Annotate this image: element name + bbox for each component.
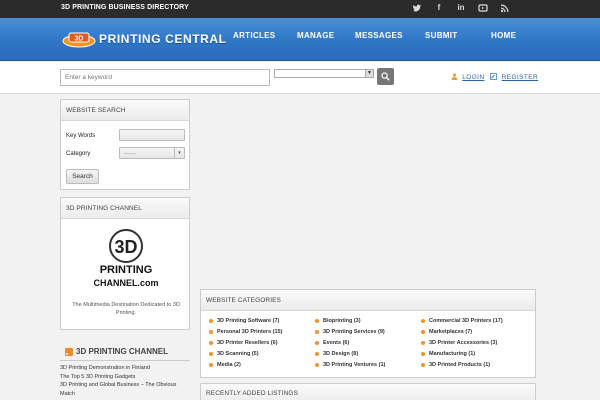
widget-title: WEBSITE SEARCH [61,100,189,121]
top-bar: 3D PRINTING BUSINESS DIRECTORY f in [0,0,600,18]
youtube-icon[interactable] [478,3,488,13]
category-link[interactable]: Media (2) [209,362,241,368]
svg-text:3D: 3D [114,237,137,257]
nav-submit[interactable]: SUBMIT [425,31,457,40]
channel-description: The Multimedia Destination Dedicated to … [72,302,180,316]
website-categories: WEBSITE CATEGORIES 3D Printing Software … [200,289,536,378]
category-link[interactable]: 3D Printing Services (9) [315,329,385,335]
list-item[interactable]: 3D Printing and Global Business – The Ob… [60,381,190,398]
site-tagline: 3D PRINTING BUSINESS DIRECTORY [61,4,189,11]
category-link[interactable]: Marketplaces (7) [420,329,472,335]
category-link[interactable]: Commercial 3D Printers (17) [421,318,503,324]
linkedin-icon[interactable]: in [456,3,466,13]
category-link[interactable]: 3D Printing Ventures (1) [314,362,385,368]
category-link[interactable]: 3D Printing Software (7) [208,318,279,324]
categories-title: WEBSITE CATEGORIES [201,290,535,311]
main-nav: ARTICLES MANAGE MESSAGES SUBMIT HOME [0,31,600,45]
chevron-down-icon: ▼ [365,70,373,77]
nav-manage[interactable]: MANAGE [297,31,334,40]
list-item[interactable]: The Top 5 3D Printing Gadgets [60,373,190,382]
list-item[interactable]: 3D Printing Demonstration in Finland [60,364,190,373]
recent-listings: RECENTLY ADDED LISTINGS [200,383,536,400]
category-link[interactable]: Bioprinting (3) [315,318,361,324]
rss-title[interactable]: 3D PRINTING CHANNEL [76,347,168,356]
auth-links: LOGIN REGISTER [451,73,538,81]
rss-feed-header: 3D PRINTING CHANNEL [60,343,190,361]
twitter-icon[interactable] [412,3,422,13]
nav-home[interactable]: HOME [491,31,516,40]
widget-title: 3D PRINTING CHANNEL [61,198,189,219]
register-link[interactable]: REGISTER [502,74,538,81]
keywords-label: Key Words [66,133,96,139]
chevron-down-icon: ▾ [174,148,184,158]
rss-icon [65,347,73,356]
category-link[interactable]: 3D Printed Products (1) [420,362,490,368]
social-links: f in [412,3,510,13]
nav-articles[interactable]: ARTICLES [233,31,275,40]
category-link[interactable]: Personal 3D Printers (15) [208,329,282,335]
category-link[interactable]: 3D Design (8) [314,351,358,357]
category-link[interactable]: 3D Printer Resellers (6) [209,340,278,346]
facebook-icon[interactable]: f [434,3,444,13]
category-link[interactable]: 3D Scanning (5) [209,351,259,357]
user-icon [451,73,458,80]
nav-messages[interactable]: MESSAGES [355,31,403,40]
category-select[interactable]: ▼ [274,69,374,78]
recent-title: RECENTLY ADDED LISTINGS [201,384,535,400]
keywords-field[interactable] [119,129,185,141]
site-header: 3D PRINTING CENTRAL ARTICLES MANAGE MESS… [0,18,600,61]
category-link[interactable]: Manufacturing (1) [420,351,475,357]
category-link[interactable]: Events (6) [314,340,349,346]
category-dropdown[interactable]: ------- ▾ [119,147,185,159]
svg-text:PRINTING: PRINTING [100,264,153,276]
rss-icon[interactable] [500,3,510,13]
svg-text:CHANNEL.com: CHANNEL.com [94,278,158,288]
search-button[interactable] [377,68,394,85]
channel-widget: 3D PRINTING CHANNEL 3D PRINTING CHANNEL.… [60,197,190,330]
register-icon [490,73,498,80]
category-value: ------- [124,151,136,157]
login-link[interactable]: LOGIN [462,74,484,81]
category-label: Category [66,151,91,157]
website-search-widget: WEBSITE SEARCH Key Words Category ------… [60,99,190,190]
printing-channel-logo[interactable]: 3D PRINTING CHANNEL.com [93,228,159,292]
search-submit-button[interactable]: Search [66,169,99,184]
rss-list: 3D Printing Demonstration in Finland The… [60,364,190,398]
search-icon [381,72,390,81]
keyword-input[interactable] [60,69,270,86]
category-link[interactable]: 3D Printer Accessories (3) [420,340,497,346]
